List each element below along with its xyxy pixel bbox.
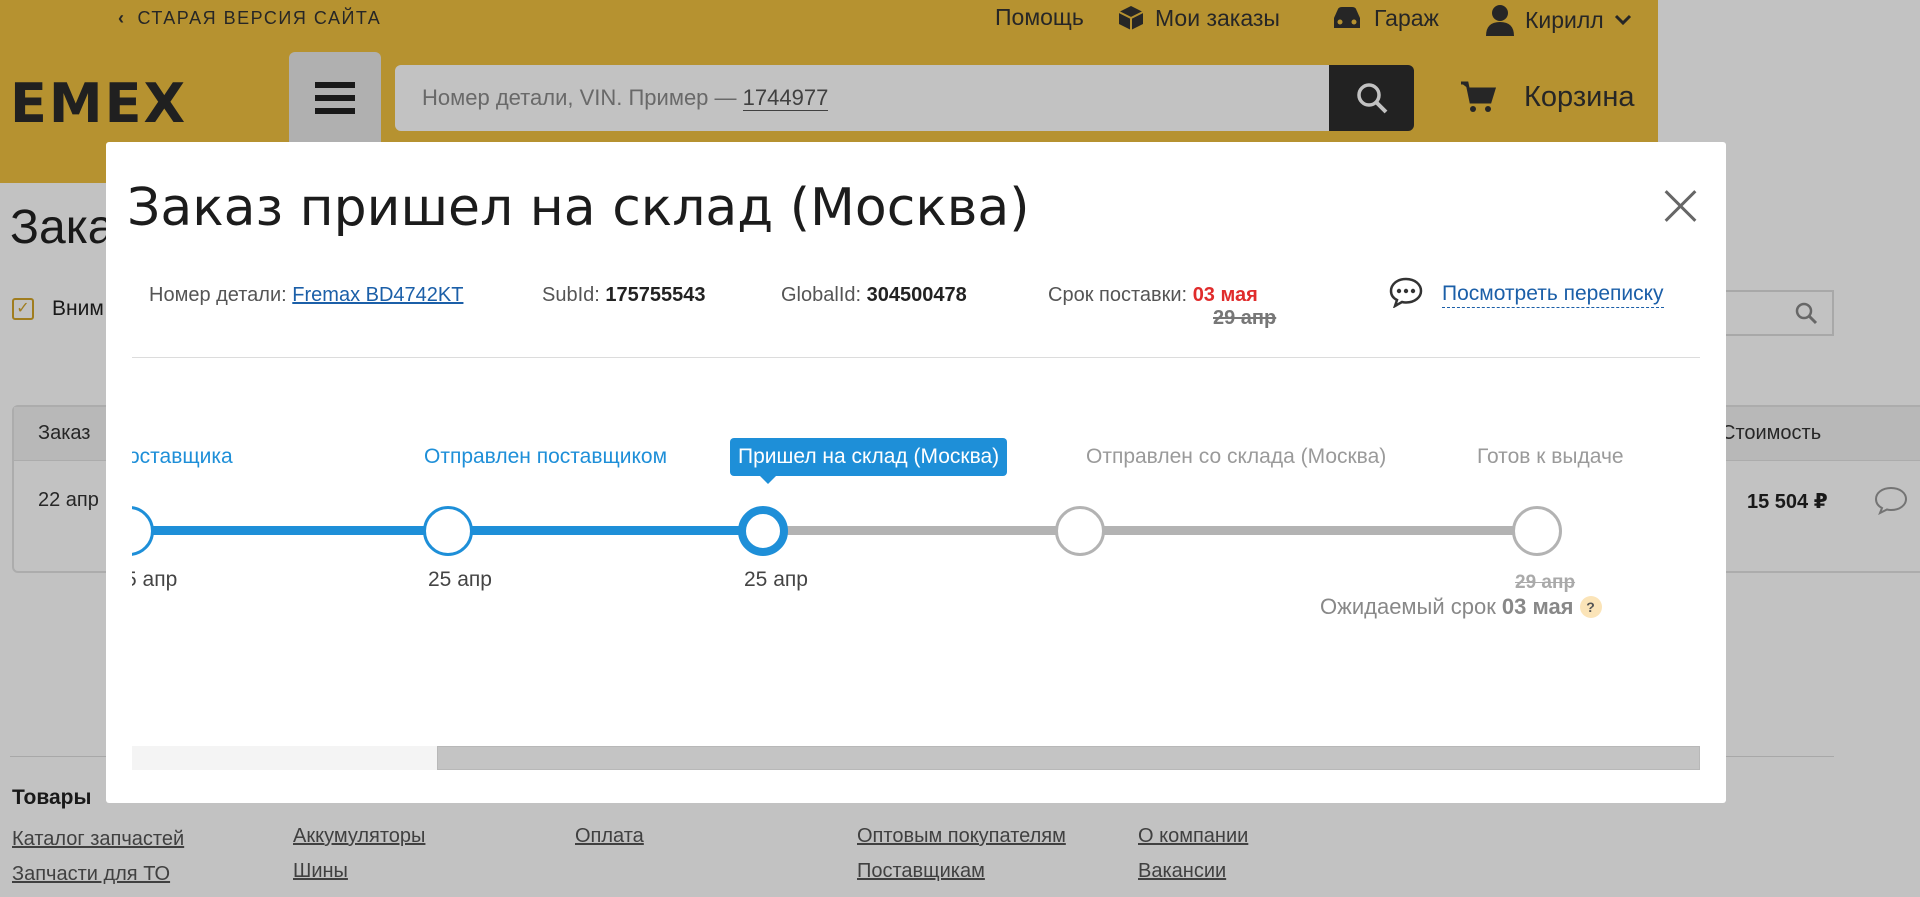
expected-date-value: 03 мая xyxy=(1501,594,1574,619)
expected-date-label: Ожидаемый срок xyxy=(1320,594,1496,619)
deadline-new: 03 мая xyxy=(1192,284,1258,306)
timeline-step-label: Отправлен поставщиком xyxy=(424,445,668,468)
subid: SubId: 175755543 xyxy=(542,284,706,307)
timeline-step-label: Отправлен со склада (Москва) xyxy=(1086,445,1387,468)
deadline-label: Срок поставки: xyxy=(1048,284,1188,306)
timeline-step-date-old: 29 апр xyxy=(1515,572,1576,593)
close-button[interactable] xyxy=(1662,188,1698,224)
timeline-segment-pending xyxy=(765,526,1082,535)
globalid: GlobalId: 304500478 xyxy=(781,284,967,307)
timeline-step-date: 25 апр xyxy=(428,568,492,591)
part-number: Номер детали: Fremax BD4742KT xyxy=(149,284,463,307)
modal-title: Заказ пришел на склад (Москва) xyxy=(127,178,1030,238)
timeline-segment-done xyxy=(132,526,449,535)
timeline-step-1 xyxy=(132,506,154,556)
divider xyxy=(132,357,1700,358)
timeline-step-3-current xyxy=(738,506,788,556)
timeline-step-label-active: Пришел на склад (Москва) xyxy=(730,438,1008,484)
part-number-label: Номер детали: xyxy=(149,284,287,306)
timeline-segment-pending xyxy=(1082,526,1538,535)
scrollbar-thumb[interactable] xyxy=(437,746,1700,770)
part-number-link[interactable]: Fremax BD4742KT xyxy=(292,284,463,306)
globalid-value: 304500478 xyxy=(866,284,967,306)
globalid-label: GlobalId: xyxy=(781,284,862,306)
order-timeline: оставщика Отправлен поставщиком Пришел н… xyxy=(132,392,1700,622)
timeline-step-5 xyxy=(1512,506,1562,556)
view-correspondence[interactable]: Посмотреть переписку xyxy=(1388,276,1664,308)
view-correspondence-link[interactable]: Посмотреть переписку xyxy=(1442,282,1664,308)
deadline-old: 29 апр xyxy=(1213,307,1277,329)
timeline-step-4 xyxy=(1055,506,1105,556)
expected-date: Ожидаемый срок 03 мая ? xyxy=(1320,594,1602,620)
horizontal-scrollbar[interactable] xyxy=(132,746,1700,770)
timeline-segment-done xyxy=(449,526,765,535)
subid-value: 175755543 xyxy=(605,284,706,306)
timeline-step-label: Готов к выдаче xyxy=(1477,445,1624,468)
timeline-step-date: 25 апр xyxy=(744,568,808,591)
timeline-step-date: 5 апр xyxy=(132,568,178,591)
order-status-modal: Заказ пришел на склад (Москва) Номер дет… xyxy=(106,142,1726,803)
timeline-step-label: оставщика xyxy=(132,445,233,468)
delivery-deadline: Срок поставки: 03 мая xyxy=(1048,284,1258,307)
subid-label: SubId: xyxy=(542,284,600,306)
help-icon[interactable]: ? xyxy=(1579,596,1602,618)
timeline-step-2 xyxy=(423,506,473,556)
chat-icon xyxy=(1389,277,1423,308)
